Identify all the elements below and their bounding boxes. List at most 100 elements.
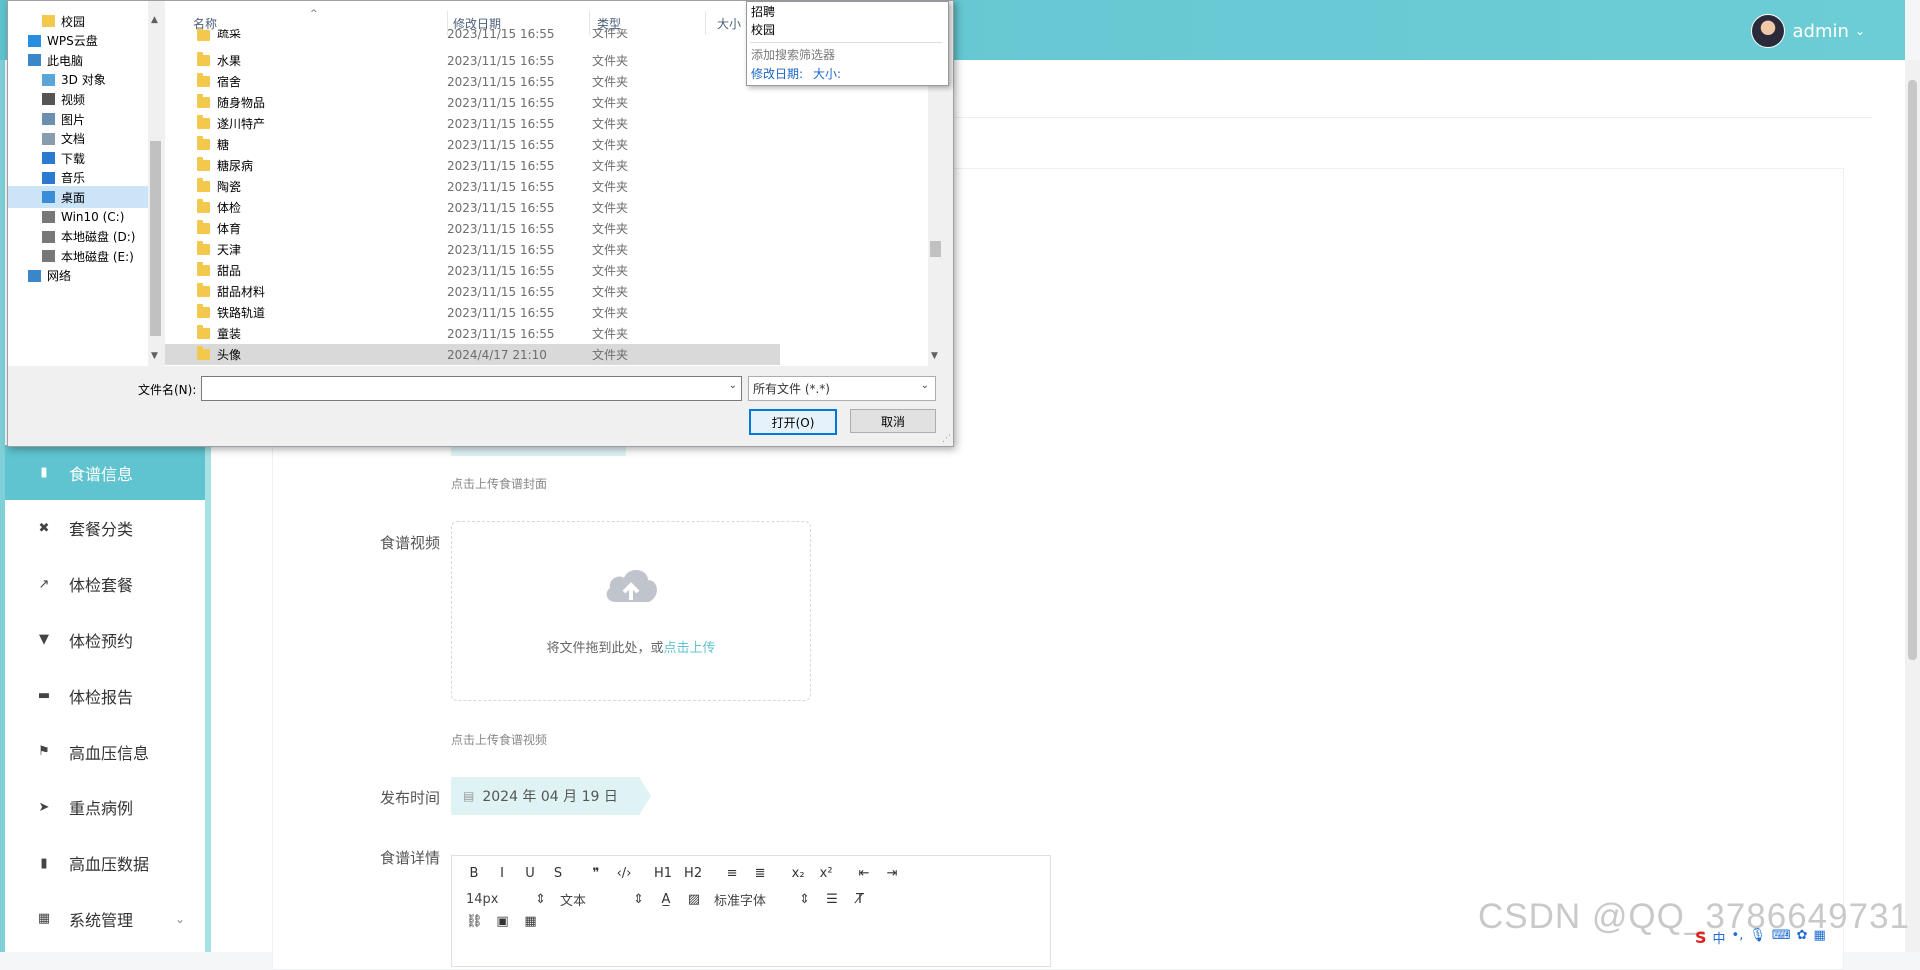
- chevron-down-icon: ⌄: [920, 380, 929, 391]
- file-row[interactable]: 体检 2023/11/15 16:55 文件夹: [165, 197, 780, 218]
- user-menu[interactable]: admin ⌄: [1750, 14, 1865, 48]
- italic-icon[interactable]: I: [494, 866, 510, 881]
- align-icon[interactable]: ☰: [824, 892, 840, 907]
- sidebar-item[interactable]: ▦ 系统管理 ⌄: [5, 891, 205, 946]
- font-size-select[interactable]: 14px ⇕: [466, 892, 546, 907]
- file-row[interactable]: 糖尿病 2023/11/15 16:55 文件夹: [165, 155, 780, 176]
- file-row[interactable]: 随身物品 2023/11/15 16:55 文件夹: [165, 92, 780, 113]
- punctuation-icon[interactable]: •,: [1732, 928, 1744, 947]
- bold-icon[interactable]: B: [466, 866, 482, 881]
- file-name: 童装: [217, 327, 242, 341]
- ordered-list-icon[interactable]: ≡: [724, 866, 740, 881]
- file-row[interactable]: 宿舍 2023/11/15 16:55 文件夹: [165, 71, 780, 92]
- date-picker[interactable]: ▤ 2024 年 04 月 19 日: [451, 777, 651, 815]
- filter-size-link[interactable]: 大小:: [813, 65, 841, 82]
- nav-scroll-thumb[interactable]: [150, 141, 161, 336]
- clear-format-icon[interactable]: T̸: [852, 892, 868, 907]
- image-icon[interactable]: ▣: [495, 914, 511, 929]
- nav-scrollbar[interactable]: ▲ ▼: [148, 1, 163, 366]
- subscript-icon[interactable]: x₂: [790, 866, 806, 881]
- ime-mode[interactable]: 中: [1713, 928, 1726, 947]
- sidebar-item[interactable]: ✖ 套餐分类: [5, 501, 205, 556]
- filter-date-link[interactable]: 修改日期:: [751, 65, 803, 82]
- file-row[interactable]: 铁路轨道 2023/11/15 16:55 文件夹: [165, 302, 780, 323]
- scroll-down-icon[interactable]: ▼: [151, 351, 158, 361]
- block-format-select[interactable]: 文本 ⇕: [560, 890, 644, 909]
- nav-item[interactable]: 网络: [8, 265, 148, 287]
- file-name: 铁路轨道: [217, 306, 266, 320]
- scroll-down-icon[interactable]: ▼: [931, 351, 938, 361]
- search-suggestion[interactable]: 招聘: [751, 3, 775, 20]
- watermark: CSDN @QQ_3786649731: [1478, 897, 1910, 936]
- folder-icon: [197, 346, 210, 360]
- file-type: 文件夹: [592, 306, 629, 320]
- file-row[interactable]: 糖 2023/11/15 16:55 文件夹: [165, 134, 780, 155]
- heading1-icon[interactable]: H1: [654, 866, 672, 881]
- file-row[interactable]: 甜品材料 2023/11/15 16:55 文件夹: [165, 281, 780, 302]
- rich-text-editor[interactable]: B I U S ❞ ‹/› H1 H2 ≡ ≣ x₂ x² ⇤ ⇥ 14px ⇕ 文本 ⇕ A̲ ▨ 标准字体…: [451, 855, 1051, 967]
- indent-icon[interactable]: ⇥: [884, 866, 900, 881]
- file-row[interactable]: 头像 2024/4/17 21:10 文件夹: [165, 344, 780, 365]
- toolbox-icon[interactable]: ▦: [1814, 928, 1826, 947]
- skin-icon[interactable]: ✿: [1797, 928, 1808, 947]
- underline-icon[interactable]: U: [522, 866, 538, 881]
- heading2-icon[interactable]: H2: [684, 866, 702, 881]
- sidebar-item[interactable]: ▮ 食谱信息: [5, 445, 205, 500]
- filetype-select[interactable]: 所有文件 (*.*) ⌄: [748, 376, 936, 401]
- sogou-ime-icon[interactable]: S: [1695, 928, 1707, 947]
- strikethrough-icon[interactable]: S: [550, 866, 566, 881]
- file-row[interactable]: 遂川特产 2023/11/15 16:55 文件夹: [165, 113, 780, 134]
- file-type: 文件夹: [592, 75, 629, 89]
- nav-item-label: 桌面: [61, 190, 86, 205]
- file-row[interactable]: 体育 2023/11/15 16:55 文件夹: [165, 218, 780, 239]
- sidebar-item[interactable]: ▼ 体检预约: [5, 612, 205, 667]
- avatar: [1750, 14, 1785, 48]
- code-icon[interactable]: ‹/›: [616, 866, 632, 881]
- link-icon[interactable]: ⛓: [466, 914, 483, 929]
- file-row[interactable]: 蔬菜 2023/11/15 16:55 文件夹: [165, 29, 780, 41]
- keyboard-icon[interactable]: ⌨: [1772, 928, 1791, 947]
- file-row[interactable]: 童装 2023/11/15 16:55 文件夹: [165, 323, 780, 344]
- font-color-icon[interactable]: A̲: [658, 892, 674, 907]
- click-upload-link[interactable]: 点击上传: [664, 641, 716, 656]
- file-row[interactable]: 甜品 2023/11/15 16:55 文件夹: [165, 260, 780, 281]
- sidebar-item[interactable]: ➤ 重点病例: [5, 780, 205, 835]
- file-type: 文件夹: [592, 54, 629, 68]
- open-button[interactable]: 打开(O): [749, 409, 837, 435]
- folder-icon: [197, 304, 210, 318]
- quote-icon[interactable]: ❞: [588, 866, 604, 881]
- resize-grip-icon[interactable]: ⋰: [942, 434, 951, 444]
- superscript-icon[interactable]: x²: [818, 866, 834, 881]
- file-date: 2023/11/15 16:55: [447, 158, 555, 173]
- recipe-icon: ▮: [40, 465, 48, 480]
- file-scroll-thumb[interactable]: [930, 241, 941, 257]
- file-date: 2024/4/17 21:10: [447, 347, 547, 362]
- file-type: 文件夹: [592, 285, 629, 299]
- page-scrollbar[interactable]: [1905, 60, 1920, 952]
- bullet-list-icon[interactable]: ≣: [752, 866, 768, 881]
- video-icon[interactable]: ▦: [523, 914, 539, 929]
- chevron-down-icon[interactable]: ⌄: [729, 380, 737, 391]
- sidebar-item[interactable]: ↗ 体检套餐: [5, 557, 205, 612]
- microphone-icon[interactable]: 🎙: [1749, 928, 1766, 947]
- sidebar-item[interactable]: ▬ 体检报告: [5, 668, 205, 723]
- sidebar-item[interactable]: ▮ 高血压数据: [5, 836, 205, 891]
- folder-icon: [197, 29, 210, 41]
- file-row[interactable]: 水果 2023/11/15 16:55 文件夹: [165, 50, 780, 71]
- file-name: 宿舍: [217, 75, 242, 89]
- scroll-up-icon[interactable]: ▲: [151, 15, 158, 25]
- outdent-icon[interactable]: ⇤: [856, 866, 872, 881]
- scrollbar-thumb[interactable]: [1908, 80, 1917, 660]
- flag-icon: ⚑: [38, 744, 50, 759]
- file-row[interactable]: 陶瓷 2023/11/15 16:55 文件夹: [165, 176, 780, 197]
- font-family-select[interactable]: 标准字体 ⇕: [714, 890, 810, 909]
- filename-input[interactable]: ⌄: [201, 376, 742, 401]
- sidebar-item[interactable]: ⚑ 高血压信息: [5, 724, 205, 779]
- cancel-button[interactable]: 取消: [850, 409, 936, 433]
- file-name: 甜品: [217, 264, 242, 278]
- search-suggestion[interactable]: 校园: [751, 21, 775, 38]
- background-color-icon[interactable]: ▨: [686, 892, 702, 907]
- file-row[interactable]: 天津 2023/11/15 16:55 文件夹: [165, 239, 780, 260]
- select-arrows-icon: ⇕: [633, 892, 644, 907]
- video-upload-dropzone[interactable]: 将文件拖到此处，或点击上传: [451, 521, 811, 701]
